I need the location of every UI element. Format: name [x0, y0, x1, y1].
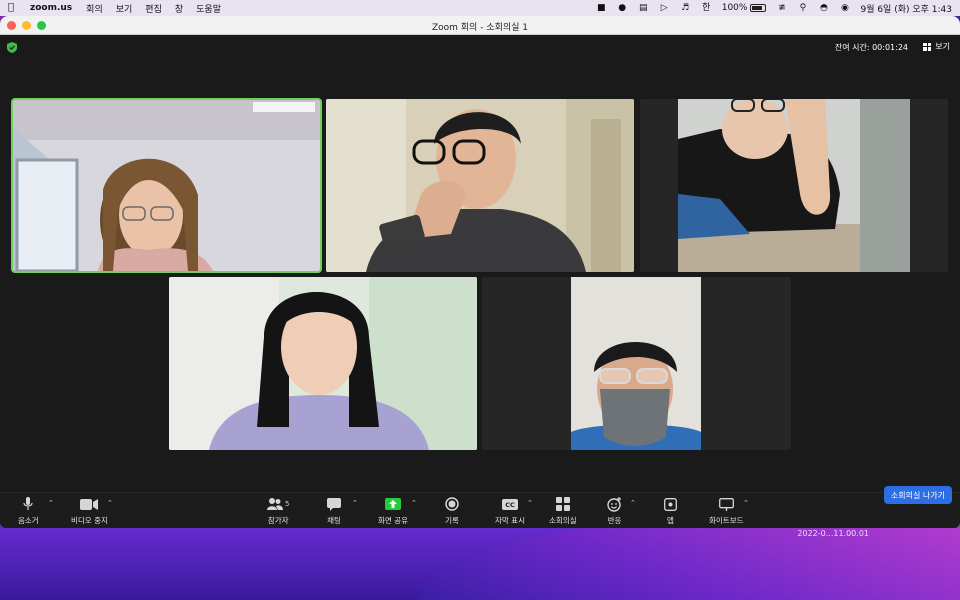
menu-window[interactable]: 창: [175, 2, 183, 15]
menu-help[interactable]: 도움말: [196, 2, 221, 15]
audio-options-chevron-icon[interactable]: ⌃: [48, 499, 54, 507]
video-options-chevron-icon[interactable]: ⌃: [107, 499, 113, 507]
captions-button[interactable]: CC 자막 표시: [495, 497, 525, 526]
participant-4-video: [169, 277, 477, 450]
battery-indicator[interactable]: 100%: [722, 3, 767, 13]
siri-icon[interactable]: ◉: [839, 3, 850, 13]
breakout-rooms-icon: [555, 497, 570, 511]
chat-label: 채팅: [327, 516, 341, 525]
captions-options-chevron-icon[interactable]: ⌃: [527, 499, 533, 507]
reactions-button[interactable]: 반응: [607, 496, 622, 526]
wifi-icon[interactable]: ≇: [776, 3, 787, 13]
emoji-reaction-icon: [607, 496, 621, 512]
menu-meeting[interactable]: 회의: [86, 2, 103, 15]
participant-1-video: [13, 100, 320, 271]
spotlight-search-icon[interactable]: ⚲: [797, 3, 808, 13]
mute-button[interactable]: 음소거: [18, 497, 39, 526]
menu-bar:  zoom.us 회의 보기 편집 창 도움말 ■ ● ▤ ▷ ♬ 한 100…: [0, 0, 960, 16]
video-tile-participant-4[interactable]: [169, 277, 477, 450]
share-screen-button[interactable]: 화면 공유: [378, 497, 408, 526]
chat-bubble-icon: [327, 497, 341, 511]
reactions-options-chevron-icon[interactable]: ⌃: [630, 499, 636, 507]
notes-icon[interactable]: ▤: [638, 3, 649, 13]
leave-breakout-room-button[interactable]: 소회의실 나가기: [883, 486, 952, 504]
breakout-label: 소회의실: [549, 516, 577, 525]
breakout-rooms-button[interactable]: 소회의실: [549, 497, 577, 526]
stop-video-button[interactable]: 비디오 중지: [71, 497, 108, 526]
desktop-file-label[interactable]: 2022-0...11.00.01: [797, 529, 869, 538]
apps-label: 앱: [667, 516, 674, 525]
view-button[interactable]: 보기: [923, 41, 950, 52]
meeting-info-bar: 잔여 시간: 00:01:24 보기: [0, 36, 960, 58]
menu-clock[interactable]: 9월 6일 (화) 오후 1:43: [860, 2, 952, 15]
video-tile-participant-1[interactable]: [11, 98, 322, 273]
keyboard-input-icon[interactable]: 한: [701, 3, 712, 13]
zoom-status-icon[interactable]: ■: [596, 3, 607, 13]
closed-captions-icon: CC: [501, 498, 518, 510]
whiteboard-button[interactable]: 화이트보드: [709, 497, 744, 526]
app-menu[interactable]: zoom.us: [30, 3, 72, 13]
zoom-window: Zoom 회의 - 소회의실 1 잔여 시간: 00:01:24 보기 음소거 …: [0, 16, 960, 528]
participants-count: 5: [285, 500, 290, 508]
apple-icon[interactable]: : [8, 3, 18, 13]
share-label: 화면 공유: [378, 516, 408, 525]
video-tile-participant-2[interactable]: [326, 99, 634, 272]
participants-button[interactable]: 5 참가자: [267, 497, 289, 526]
whiteboard-options-chevron-icon[interactable]: ⌃: [743, 499, 749, 507]
play-icon[interactable]: ▷: [659, 3, 670, 13]
microphone-icon: [23, 497, 33, 510]
participants-label: 참가자: [267, 516, 289, 525]
video-label: 비디오 중지: [71, 516, 108, 525]
video-tile-participant-3[interactable]: [640, 99, 948, 272]
window-title: Zoom 회의 - 소회의실 1: [431, 23, 529, 33]
video-tile-participant-5[interactable]: [482, 277, 791, 450]
chat-options-chevron-icon[interactable]: ⌃: [352, 499, 358, 507]
control-center-icon[interactable]: ◓: [818, 3, 829, 13]
breakout-timer: 잔여 시간: 00:01:24: [834, 43, 908, 52]
view-label: 보기: [935, 42, 950, 51]
mute-label: 음소거: [18, 516, 39, 525]
participant-3-video: [640, 99, 948, 272]
volume-icon[interactable]: ♬: [680, 3, 691, 13]
apps-icon: [664, 497, 677, 511]
reactions-label: 반응: [607, 516, 622, 525]
participants-icon: [267, 498, 283, 510]
whiteboard-icon: [718, 497, 734, 511]
share-screen-icon: [384, 498, 401, 510]
battery-icon: [750, 4, 767, 12]
grid-view-icon: [923, 42, 932, 51]
messenger-icon[interactable]: ●: [617, 3, 628, 13]
whiteboard-label: 화이트보드: [709, 516, 744, 525]
chat-button[interactable]: 채팅: [327, 497, 341, 526]
record-label: 기록: [445, 516, 459, 525]
participant-2-video: [326, 99, 634, 272]
svg-text:CC: CC: [505, 501, 515, 509]
apps-button[interactable]: 앱: [664, 497, 677, 526]
record-icon: [445, 497, 459, 511]
menu-edit[interactable]: 편집: [145, 2, 162, 15]
encryption-shield-icon[interactable]: [7, 42, 17, 53]
video-camera-icon: [80, 498, 99, 510]
share-options-chevron-icon[interactable]: ⌃: [411, 499, 417, 507]
window-titlebar[interactable]: Zoom 회의 - 소회의실 1: [0, 16, 960, 35]
participant-5-video: [482, 277, 791, 450]
menu-view[interactable]: 보기: [116, 2, 133, 15]
record-button[interactable]: 기록: [445, 497, 459, 526]
captions-label: 자막 표시: [495, 516, 525, 525]
meeting-toolbar: 음소거 ⌃ 비디오 중지 ⌃ 5 참가자 채팅 ⌃ 화면 공유 ⌃ 기록 CC …: [0, 492, 960, 528]
battery-percent: 100%: [721, 3, 748, 13]
